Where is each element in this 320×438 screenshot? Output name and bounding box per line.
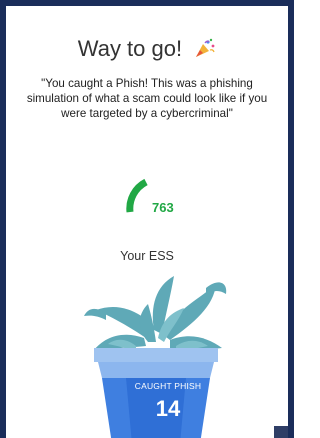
phish-message: "You caught a Phish! This was a phishing… [26,77,268,120]
ess-score-value: 763 [152,200,174,215]
ess-label: Your ESS [120,249,174,263]
caught-phish-count: 14 [155,396,181,421]
phish-result-card: Way to go! "You caught a Phish! This was… [0,0,294,438]
party-popper-icon [196,38,215,57]
page-title: Way to go! [6,36,288,62]
plant-leaves [84,276,227,350]
corner-thumbnail [274,426,288,438]
title-text: Way to go! [77,36,183,61]
caught-phish-label: CAUGHT PHISH [134,381,202,391]
